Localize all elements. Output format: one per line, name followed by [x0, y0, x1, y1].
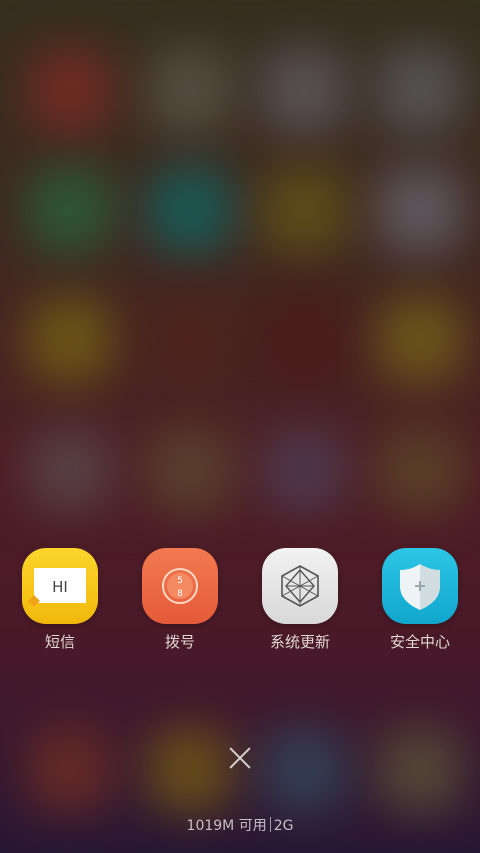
security-center-icon — [382, 548, 458, 624]
dialer-icon-top-digit: 5 — [177, 576, 183, 586]
memory-info: 1019M 可用 2G — [0, 815, 480, 835]
close-icon[interactable] — [222, 740, 258, 776]
recent-app-system-update[interactable]: 系统更新 — [250, 548, 350, 652]
dialer-icon: 5 8 — [142, 548, 218, 624]
recent-app-label: 安全中心 — [389, 633, 450, 651]
recent-app-label: 短信 — [44, 633, 75, 651]
recent-app-security-center[interactable]: 安全中心 — [370, 548, 470, 652]
background-dim — [0, 0, 480, 853]
recent-app-dialer[interactable]: 5 8 拨号 — [130, 548, 230, 652]
message-icon-text: HI — [52, 578, 68, 596]
recent-app-label: 系统更新 — [269, 633, 330, 651]
recent-app-messages[interactable]: HI 短信 — [10, 548, 110, 652]
memory-available: 1019M 可用 — [186, 818, 267, 834]
recent-tasks-screen: HI 短信 5 8 拨号 系统更新 安全中心 1019M 可用 2G — [0, 0, 480, 853]
memory-divider — [269, 817, 271, 832]
recent-apps-row: HI 短信 5 8 拨号 系统更新 安全中心 — [0, 548, 480, 658]
message-icon: HI — [22, 548, 98, 624]
memory-total: 2G — [273, 818, 294, 834]
system-update-icon — [262, 548, 338, 624]
recent-app-label: 拨号 — [164, 633, 195, 651]
dialer-icon-bottom-digit: 8 — [177, 589, 183, 599]
